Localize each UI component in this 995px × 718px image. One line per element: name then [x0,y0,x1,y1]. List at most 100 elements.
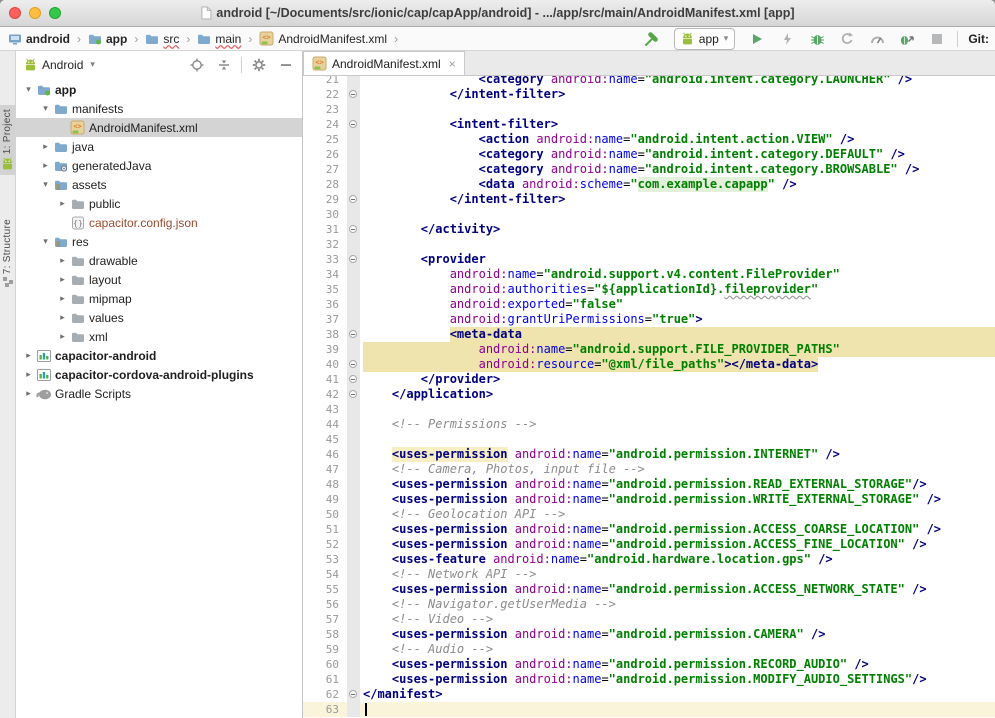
code-line-54[interactable]: 54 <!-- Network API --> [303,567,995,582]
code-line-61[interactable]: 61 <uses-permission android:name="androi… [303,672,995,687]
chevron-right-icon[interactable]: ▸ [56,331,69,342]
fold-marker-icon[interactable] [349,375,357,383]
fold-marker-icon[interactable] [349,255,357,263]
code-line-27[interactable]: 27 <category android:name="android.inten… [303,162,995,177]
fold-marker-icon[interactable] [349,390,357,398]
code-line-51[interactable]: 51 <uses-permission android:name="androi… [303,522,995,537]
tree-item-capacitor-android[interactable]: ▸capacitor-android [16,346,302,365]
tree-item-capacitor-cordova-android-plugins[interactable]: ▸capacitor-cordova-android-plugins [16,365,302,384]
tree-item-capacitor-config-json[interactable]: {}capacitor.config.json [16,213,302,232]
tree-item-values[interactable]: ▸values [16,308,302,327]
fold-marker-icon[interactable] [349,225,357,233]
code-line-63[interactable]: 63 [303,702,995,717]
code-line-23[interactable]: 23 [303,102,995,117]
run-config-select[interactable]: app▾ [674,28,736,50]
code-line-31[interactable]: 31 </activity> [303,222,995,237]
chevron-right-icon[interactable]: ▸ [56,293,69,304]
close-window-button[interactable] [9,7,21,19]
tab-androidmanifest[interactable]: <> AndroidManifest.xml × [303,51,465,75]
tree-item-manifests[interactable]: ▾manifests [16,99,302,118]
tree-item-gradle-scripts[interactable]: ▸Gradle Scripts [16,384,302,403]
git-branch-label[interactable]: Git: [968,32,989,46]
code-line-46[interactable]: 46 <uses-permission android:name="androi… [303,447,995,462]
tree-item-drawable[interactable]: ▸drawable [16,251,302,270]
breadcrumb-item-androidmanifest-xml[interactable]: <>AndroidManifest.xml [257,31,389,46]
code-line-24[interactable]: 24 <intent-filter> [303,117,995,132]
fold-marker-icon[interactable] [349,120,357,128]
code-line-52[interactable]: 52 <uses-permission android:name="androi… [303,537,995,552]
chevron-down-icon[interactable]: ▾ [39,103,52,114]
tree-item-mipmap[interactable]: ▸mipmap [16,289,302,308]
code-line-44[interactable]: 44 <!-- Permissions --> [303,417,995,432]
code-line-41[interactable]: 41 </provider> [303,372,995,387]
code-line-47[interactable]: 47 <!-- Camera, Photos, input file --> [303,462,995,477]
chevron-right-icon[interactable]: ▸ [39,160,52,171]
code-line-56[interactable]: 56 <!-- Navigator.getUserMedia --> [303,597,995,612]
chevron-right-icon[interactable]: ▸ [56,274,69,285]
code-line-49[interactable]: 49 <uses-permission android:name="androi… [303,492,995,507]
code-line-36[interactable]: 36 android:exported="false" [303,297,995,312]
chevron-down-icon[interactable]: ▾ [39,179,52,190]
code-line-21[interactable]: 21 <category android:name="android.inten… [303,76,995,87]
breadcrumb-item-src[interactable]: src [143,32,181,46]
code-line-35[interactable]: 35 android:authorities="${applicationId}… [303,282,995,297]
fold-marker-icon[interactable] [349,360,357,368]
hide-panel-icon[interactable] [276,55,296,75]
code-line-25[interactable]: 25 <action android:name="android.intent.… [303,132,995,147]
code-line-45[interactable]: 45 [303,432,995,447]
chevron-down-icon[interactable]: ▾ [22,84,35,95]
tree-item-public[interactable]: ▸public [16,194,302,213]
code-line-34[interactable]: 34 android:name="android.support.v4.cont… [303,267,995,282]
tree-item-res[interactable]: ▾res [16,232,302,251]
chevron-right-icon[interactable]: ▸ [22,350,35,361]
chevron-down-icon[interactable]: ▾ [39,236,52,247]
fold-marker-icon[interactable] [349,690,357,698]
code-line-38[interactable]: 38 <meta-data [303,327,995,342]
breadcrumb-item-android[interactable]: android [6,32,72,46]
code-line-26[interactable]: 26 <category android:name="android.inten… [303,147,995,162]
code-line-37[interactable]: 37 android:grantUriPermissions="true"> [303,312,995,327]
chevron-right-icon[interactable]: ▸ [39,141,52,152]
tree-item-generatedjava[interactable]: ▸generatedJava [16,156,302,175]
code-line-58[interactable]: 58 <uses-permission android:name="androi… [303,627,995,642]
code-line-60[interactable]: 60 <uses-permission android:name="androi… [303,657,995,672]
run-icon[interactable] [747,29,767,49]
tool-window-button-structure[interactable]: 7: Structure [0,215,15,291]
code-editor[interactable]: 21 <category android:name="android.inten… [303,76,995,718]
tree-item-assets[interactable]: ▾assets [16,175,302,194]
debug-icon[interactable] [807,29,827,49]
fold-marker-icon[interactable] [349,90,357,98]
code-line-28[interactable]: 28 <data android:scheme="com.example.cap… [303,177,995,192]
code-line-59[interactable]: 59 <!-- Audio --> [303,642,995,657]
tree-item-layout[interactable]: ▸layout [16,270,302,289]
code-line-22[interactable]: 22 </intent-filter> [303,87,995,102]
chevron-right-icon[interactable]: ▸ [56,255,69,266]
tree-item-androidmanifest-xml[interactable]: <>AndroidManifest.xml [16,118,302,137]
settings-gear-icon[interactable] [249,55,269,75]
code-line-33[interactable]: 33 <provider [303,252,995,267]
collapse-all-icon[interactable] [214,55,234,75]
code-line-48[interactable]: 48 <uses-permission android:name="androi… [303,477,995,492]
breadcrumb-item-app[interactable]: app [86,32,129,46]
code-line-50[interactable]: 50 <!-- Geolocation API --> [303,507,995,522]
code-line-55[interactable]: 55 <uses-permission android:name="androi… [303,582,995,597]
project-view-selector[interactable]: Android [42,58,83,72]
breadcrumb-item-main[interactable]: main [195,32,243,46]
attach-debugger-icon[interactable] [897,29,917,49]
build-hammer-icon[interactable] [642,29,662,49]
code-line-57[interactable]: 57 <!-- Video --> [303,612,995,627]
code-line-53[interactable]: 53 <uses-feature android:name="android.h… [303,552,995,567]
code-line-40[interactable]: 40 android:resource="@xml/file_paths"></… [303,357,995,372]
minimize-window-button[interactable] [29,7,41,19]
code-line-32[interactable]: 32 [303,237,995,252]
chevron-right-icon[interactable]: ▸ [56,312,69,323]
tree-item-app[interactable]: ▾app [16,80,302,99]
chevron-right-icon[interactable]: ▸ [22,388,35,399]
code-line-39[interactable]: 39 android:name="android.support.FILE_PR… [303,342,995,357]
chevron-right-icon[interactable]: ▸ [56,198,69,209]
fold-marker-icon[interactable] [349,330,357,338]
tree-item-java[interactable]: ▸java [16,137,302,156]
code-line-42[interactable]: 42 </application> [303,387,995,402]
close-tab-icon[interactable]: × [446,57,456,71]
tool-window-button-project[interactable]: 1: Project [0,105,15,175]
